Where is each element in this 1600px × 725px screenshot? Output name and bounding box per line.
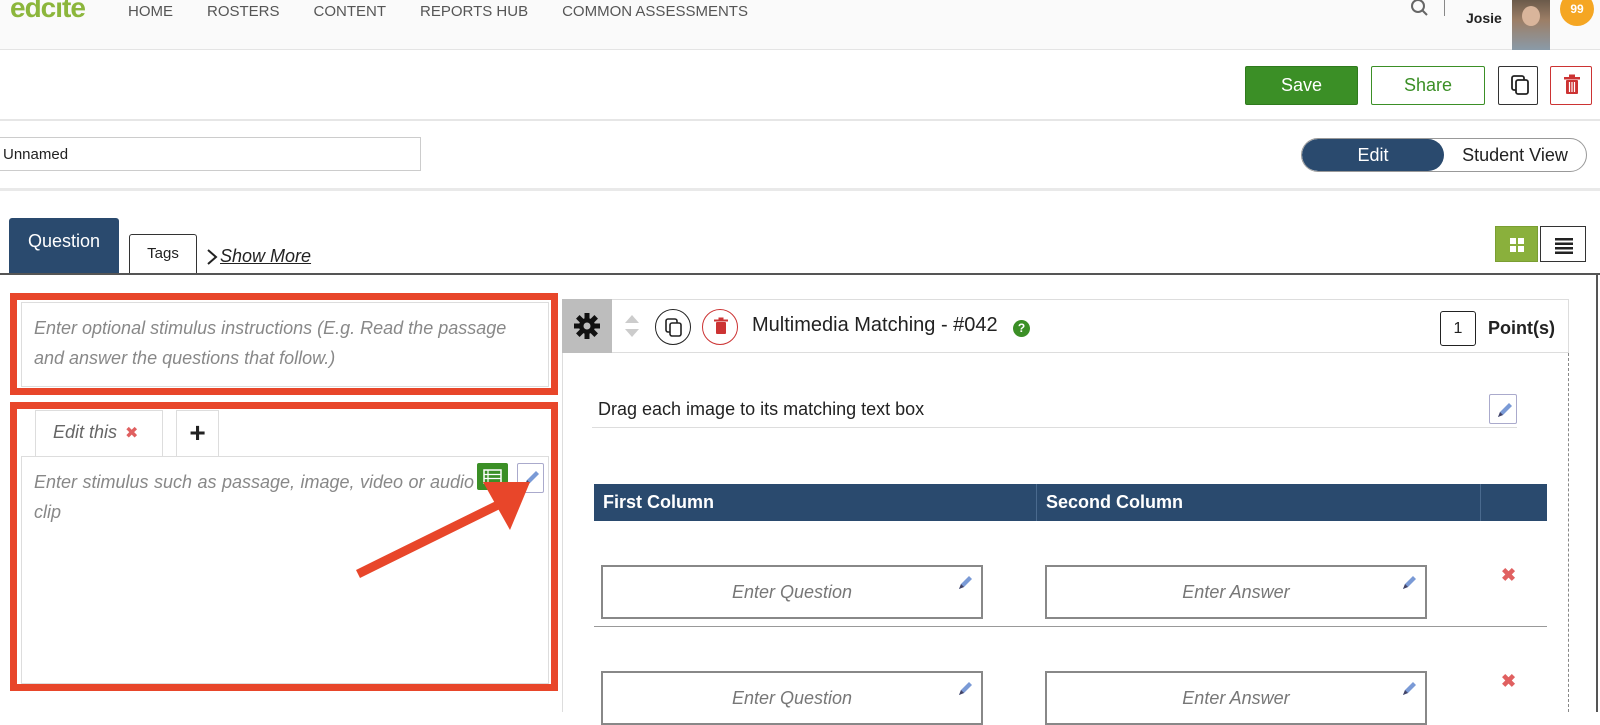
- top-nav-bar: edcite HOME ROSTERS CONTENT REPORTS HUB …: [0, 0, 1600, 50]
- duplicate-button[interactable]: [1498, 66, 1538, 105]
- nav-common-assessments[interactable]: COMMON ASSESSMENTS: [562, 3, 748, 20]
- points-label: Point(s): [1488, 318, 1555, 338]
- reorder-icon[interactable]: [624, 313, 640, 339]
- add-stimulus-tab-button[interactable]: +: [176, 410, 219, 456]
- points-input[interactable]: 1: [1440, 311, 1476, 346]
- answer-cell-placeholder: Enter Answer: [1182, 688, 1290, 708]
- notification-badge[interactable]: 99: [1560, 0, 1594, 26]
- pencil-icon[interactable]: [1401, 573, 1419, 591]
- stimulus-tab-label: Edit this: [53, 422, 118, 442]
- row-divider: [594, 626, 1547, 627]
- pencil-icon[interactable]: [957, 573, 975, 591]
- delete-question-button[interactable]: [702, 309, 738, 345]
- assessment-name-input[interactable]: [0, 137, 421, 171]
- grid-view-button[interactable]: [1495, 226, 1538, 262]
- chevron-right-icon: [207, 248, 218, 265]
- view-toggle: Edit Student View: [1301, 138, 1587, 172]
- save-button[interactable]: Save: [1245, 66, 1358, 105]
- main-nav: HOME ROSTERS CONTENT REPORTS HUB COMMON …: [128, 3, 748, 20]
- column-header-actions: [1481, 484, 1547, 521]
- show-more-link[interactable]: Show More: [206, 246, 311, 267]
- student-view-toggle[interactable]: Student View: [1444, 139, 1586, 171]
- nav-home[interactable]: HOME: [128, 3, 173, 20]
- help-icon[interactable]: ?: [1013, 320, 1030, 337]
- trash-icon: [714, 317, 728, 334]
- pencil-icon: [1498, 403, 1512, 417]
- delete-row-icon[interactable]: ✖: [1501, 671, 1516, 692]
- question-body-border: [562, 353, 563, 712]
- question-cell-placeholder: Enter Question: [731, 582, 853, 602]
- question-cell-placeholder: Enter Question: [731, 688, 853, 708]
- answer-cell[interactable]: Enter Answer: [1045, 671, 1427, 725]
- delete-button[interactable]: [1550, 66, 1592, 105]
- question-cell[interactable]: Enter Question: [601, 565, 983, 619]
- content-frame: [1596, 273, 1598, 712]
- stimulus-instructions-field[interactable]: Enter optional stimulus instructions (E.…: [21, 302, 549, 387]
- share-button[interactable]: Share: [1371, 66, 1485, 105]
- search-icon[interactable]: [1410, 0, 1430, 20]
- divider: [0, 188, 1600, 191]
- annotation-arrow-icon: [356, 482, 530, 579]
- show-more-label: Show More: [220, 246, 312, 266]
- edit-toggle[interactable]: Edit: [1302, 139, 1444, 171]
- column-header: First Column: [594, 484, 1037, 521]
- tab-question[interactable]: Question: [9, 218, 119, 273]
- question-title: Multimedia Matching - #042: [752, 314, 998, 336]
- user-name[interactable]: Josie: [1466, 10, 1502, 26]
- nav-rosters[interactable]: ROSTERS: [207, 3, 280, 20]
- matching-table-header: First Column Second Column: [594, 484, 1547, 521]
- close-icon[interactable]: ✖: [125, 425, 138, 442]
- copy-icon: [665, 318, 682, 337]
- list-view-button[interactable]: [1540, 226, 1586, 262]
- question-settings-button[interactable]: [562, 299, 612, 353]
- nav-reports-hub[interactable]: REPORTS HUB: [420, 3, 528, 20]
- answer-cell[interactable]: Enter Answer: [1045, 565, 1427, 619]
- divider: [0, 119, 1600, 121]
- question-body-border: [1568, 353, 1569, 712]
- nav-content[interactable]: CONTENT: [314, 3, 387, 20]
- column-header: Second Column: [1037, 484, 1481, 521]
- grid-icon: [1510, 238, 1524, 252]
- answer-cell-placeholder: Enter Answer: [1182, 582, 1290, 602]
- duplicate-question-button[interactable]: [655, 309, 691, 345]
- avatar[interactable]: [1512, 0, 1550, 50]
- stimulus-tab[interactable]: Edit this ✖: [35, 410, 163, 456]
- gear-icon: [574, 313, 600, 339]
- pencil-icon[interactable]: [1401, 679, 1419, 697]
- question-instructions-field[interactable]: Drag each image to its matching text box: [592, 396, 1517, 428]
- instructions-edit-button[interactable]: [1489, 394, 1517, 424]
- trash-icon: [1564, 74, 1580, 94]
- copy-icon: [1511, 75, 1529, 95]
- content-frame: [0, 273, 1600, 275]
- tab-tags[interactable]: Tags: [129, 234, 197, 274]
- nav-separator: [1444, 0, 1445, 16]
- list-icon: [1555, 238, 1573, 254]
- pencil-icon[interactable]: [957, 679, 975, 697]
- question-cell[interactable]: Enter Question: [601, 671, 983, 725]
- edcite-logo[interactable]: edcite: [10, 0, 86, 24]
- delete-row-icon[interactable]: ✖: [1501, 565, 1516, 586]
